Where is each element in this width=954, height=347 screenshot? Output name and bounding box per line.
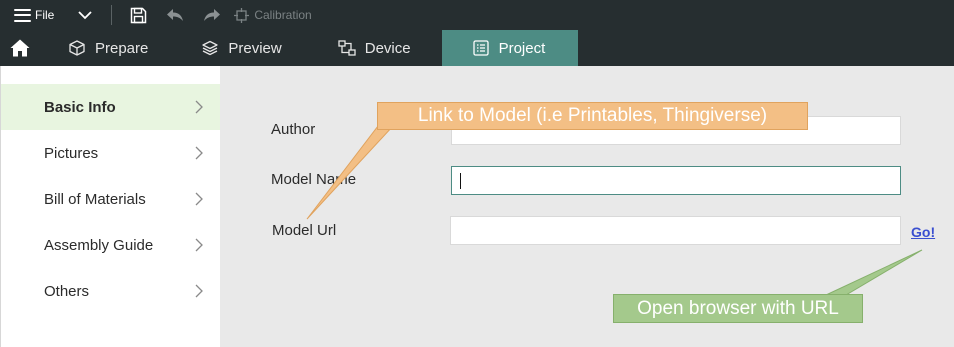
link-callout-text: Link to Model (i.e Printables, Thingiver… bbox=[417, 105, 768, 126]
green-callout-pointer bbox=[825, 249, 923, 296]
browser-callout-text: Open browser with URL bbox=[637, 297, 839, 319]
link-callout: Link to Model (i.e Printables, Thingiver… bbox=[377, 102, 808, 130]
orange-callout-pointer bbox=[306, 125, 395, 220]
browser-callout: Open browser with URL bbox=[613, 294, 863, 323]
